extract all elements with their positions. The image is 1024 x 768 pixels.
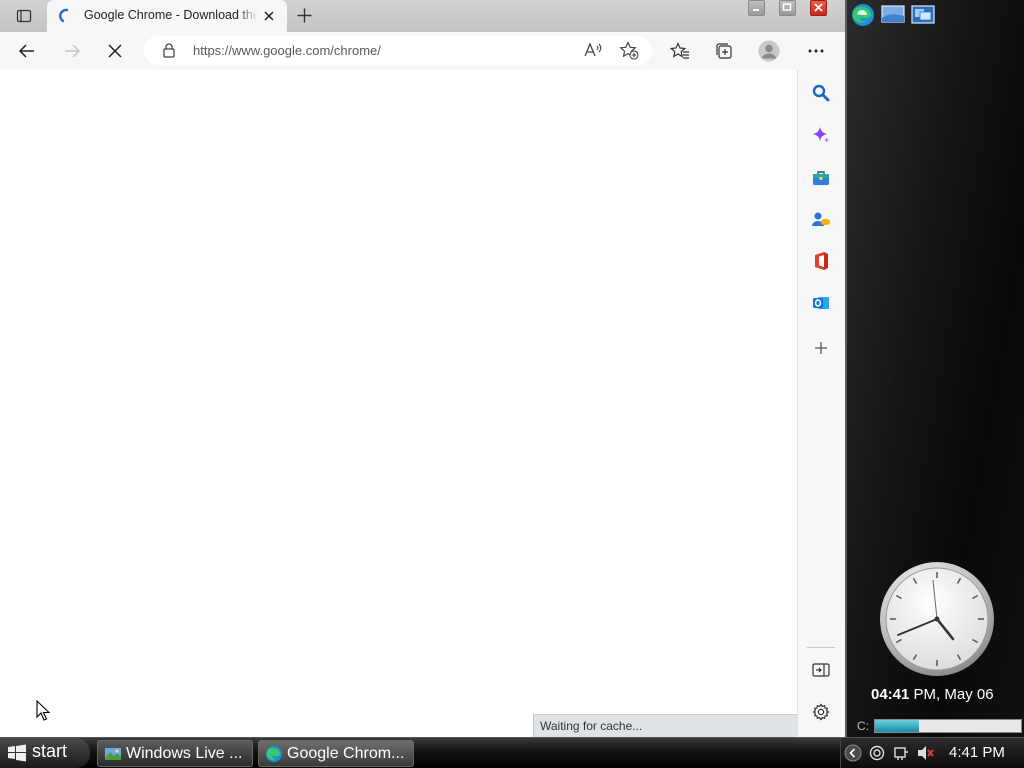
back-arrow-icon[interactable] (18, 42, 36, 60)
edge-quicklaunch-icon[interactable] (851, 3, 875, 27)
system-tray: 4:41 PM (840, 738, 1024, 768)
tab-title: Google Chrome - Download the fast, secur… (84, 8, 258, 22)
hide-sidebar-icon[interactable] (812, 662, 830, 678)
clock-face-icon (880, 562, 994, 676)
sidebar-divider (807, 647, 835, 648)
address-url[interactable]: https://www.google.com/chrome/ (193, 43, 381, 58)
outlook-icon[interactable] (812, 294, 830, 312)
taskbar-item-label: Windows Live ... (126, 745, 243, 762)
search-icon[interactable] (812, 84, 830, 102)
copilot-sparkle-icon[interactable] (812, 126, 830, 144)
maximize-button[interactable] (779, 0, 796, 16)
loading-spinner-icon (58, 8, 72, 24)
forward-arrow-icon[interactable] (63, 42, 81, 60)
tray-expand-icon[interactable] (844, 744, 862, 762)
lock-icon[interactable] (163, 43, 175, 58)
favorites-icon[interactable] (670, 42, 690, 60)
tools-briefcase-icon[interactable] (812, 170, 830, 186)
page-content[interactable] (0, 70, 797, 737)
add-favorite-icon[interactable] (619, 41, 639, 60)
stop-loading-icon[interactable] (108, 44, 122, 58)
mouse-cursor-icon (36, 700, 50, 722)
drive-usage-meter (874, 719, 1022, 733)
drive-usage-fill (875, 720, 919, 732)
office-icon[interactable] (813, 251, 830, 271)
collections-icon[interactable] (715, 42, 733, 60)
games-icon[interactable] (811, 211, 831, 227)
start-label: start (32, 741, 68, 761)
close-window-button[interactable] (810, 0, 827, 16)
tray-clock[interactable]: 4:41 PM (949, 744, 1005, 761)
network-tray-icon[interactable] (869, 745, 885, 761)
taskbar-item-windows-live[interactable]: Windows Live ... (97, 740, 253, 767)
taskbar: start Windows Live ... Google Chrom... 4… (0, 737, 1024, 768)
add-sidebar-app-icon[interactable] (814, 341, 828, 355)
windows-live-icon (104, 745, 122, 762)
tab-close-icon[interactable] (263, 10, 275, 22)
switch-windows-icon[interactable] (911, 5, 935, 25)
drive-label: C: (857, 719, 869, 733)
tab-actions-icon[interactable] (16, 8, 32, 24)
clock-date-text: 04:41 PM, May 06 (871, 686, 994, 703)
read-aloud-icon[interactable] (584, 42, 602, 58)
clock-time: 04:41 (871, 686, 910, 703)
profile-avatar-icon[interactable] (758, 40, 780, 62)
analog-clock-gadget[interactable] (878, 560, 996, 683)
windows-logo-icon (7, 744, 27, 762)
edge-sidebar (797, 70, 845, 737)
edge-app-icon (265, 745, 283, 763)
new-tab-icon[interactable] (296, 7, 313, 24)
desktop-sidebar-panel: 04:41 PM, May 06 C: (845, 0, 1024, 737)
taskbar-item-chrome[interactable]: Google Chrom... (258, 740, 414, 767)
address-bar[interactable]: https://www.google.com/chrome/ (144, 36, 652, 65)
safely-remove-hardware-icon[interactable] (893, 745, 909, 761)
volume-muted-icon[interactable] (917, 745, 935, 761)
taskbar-item-label: Google Chrom... (287, 745, 405, 762)
more-menu-icon[interactable] (808, 49, 824, 53)
minimize-button[interactable] (748, 0, 765, 16)
settings-gear-icon[interactable] (812, 703, 830, 721)
clock-date: PM, May 06 (909, 686, 994, 703)
tab-strip: Google Chrome - Download the fast, secur… (0, 0, 845, 32)
start-button[interactable]: start (0, 738, 90, 768)
show-desktop-icon[interactable] (881, 5, 905, 25)
status-bubble: Waiting for cache... (533, 714, 797, 737)
browser-window: Google Chrome - Download the fast, secur… (0, 0, 845, 737)
tab-active[interactable]: Google Chrome - Download the fast, secur… (47, 0, 287, 32)
navigation-toolbar: https://www.google.com/chrome/ (0, 32, 845, 70)
